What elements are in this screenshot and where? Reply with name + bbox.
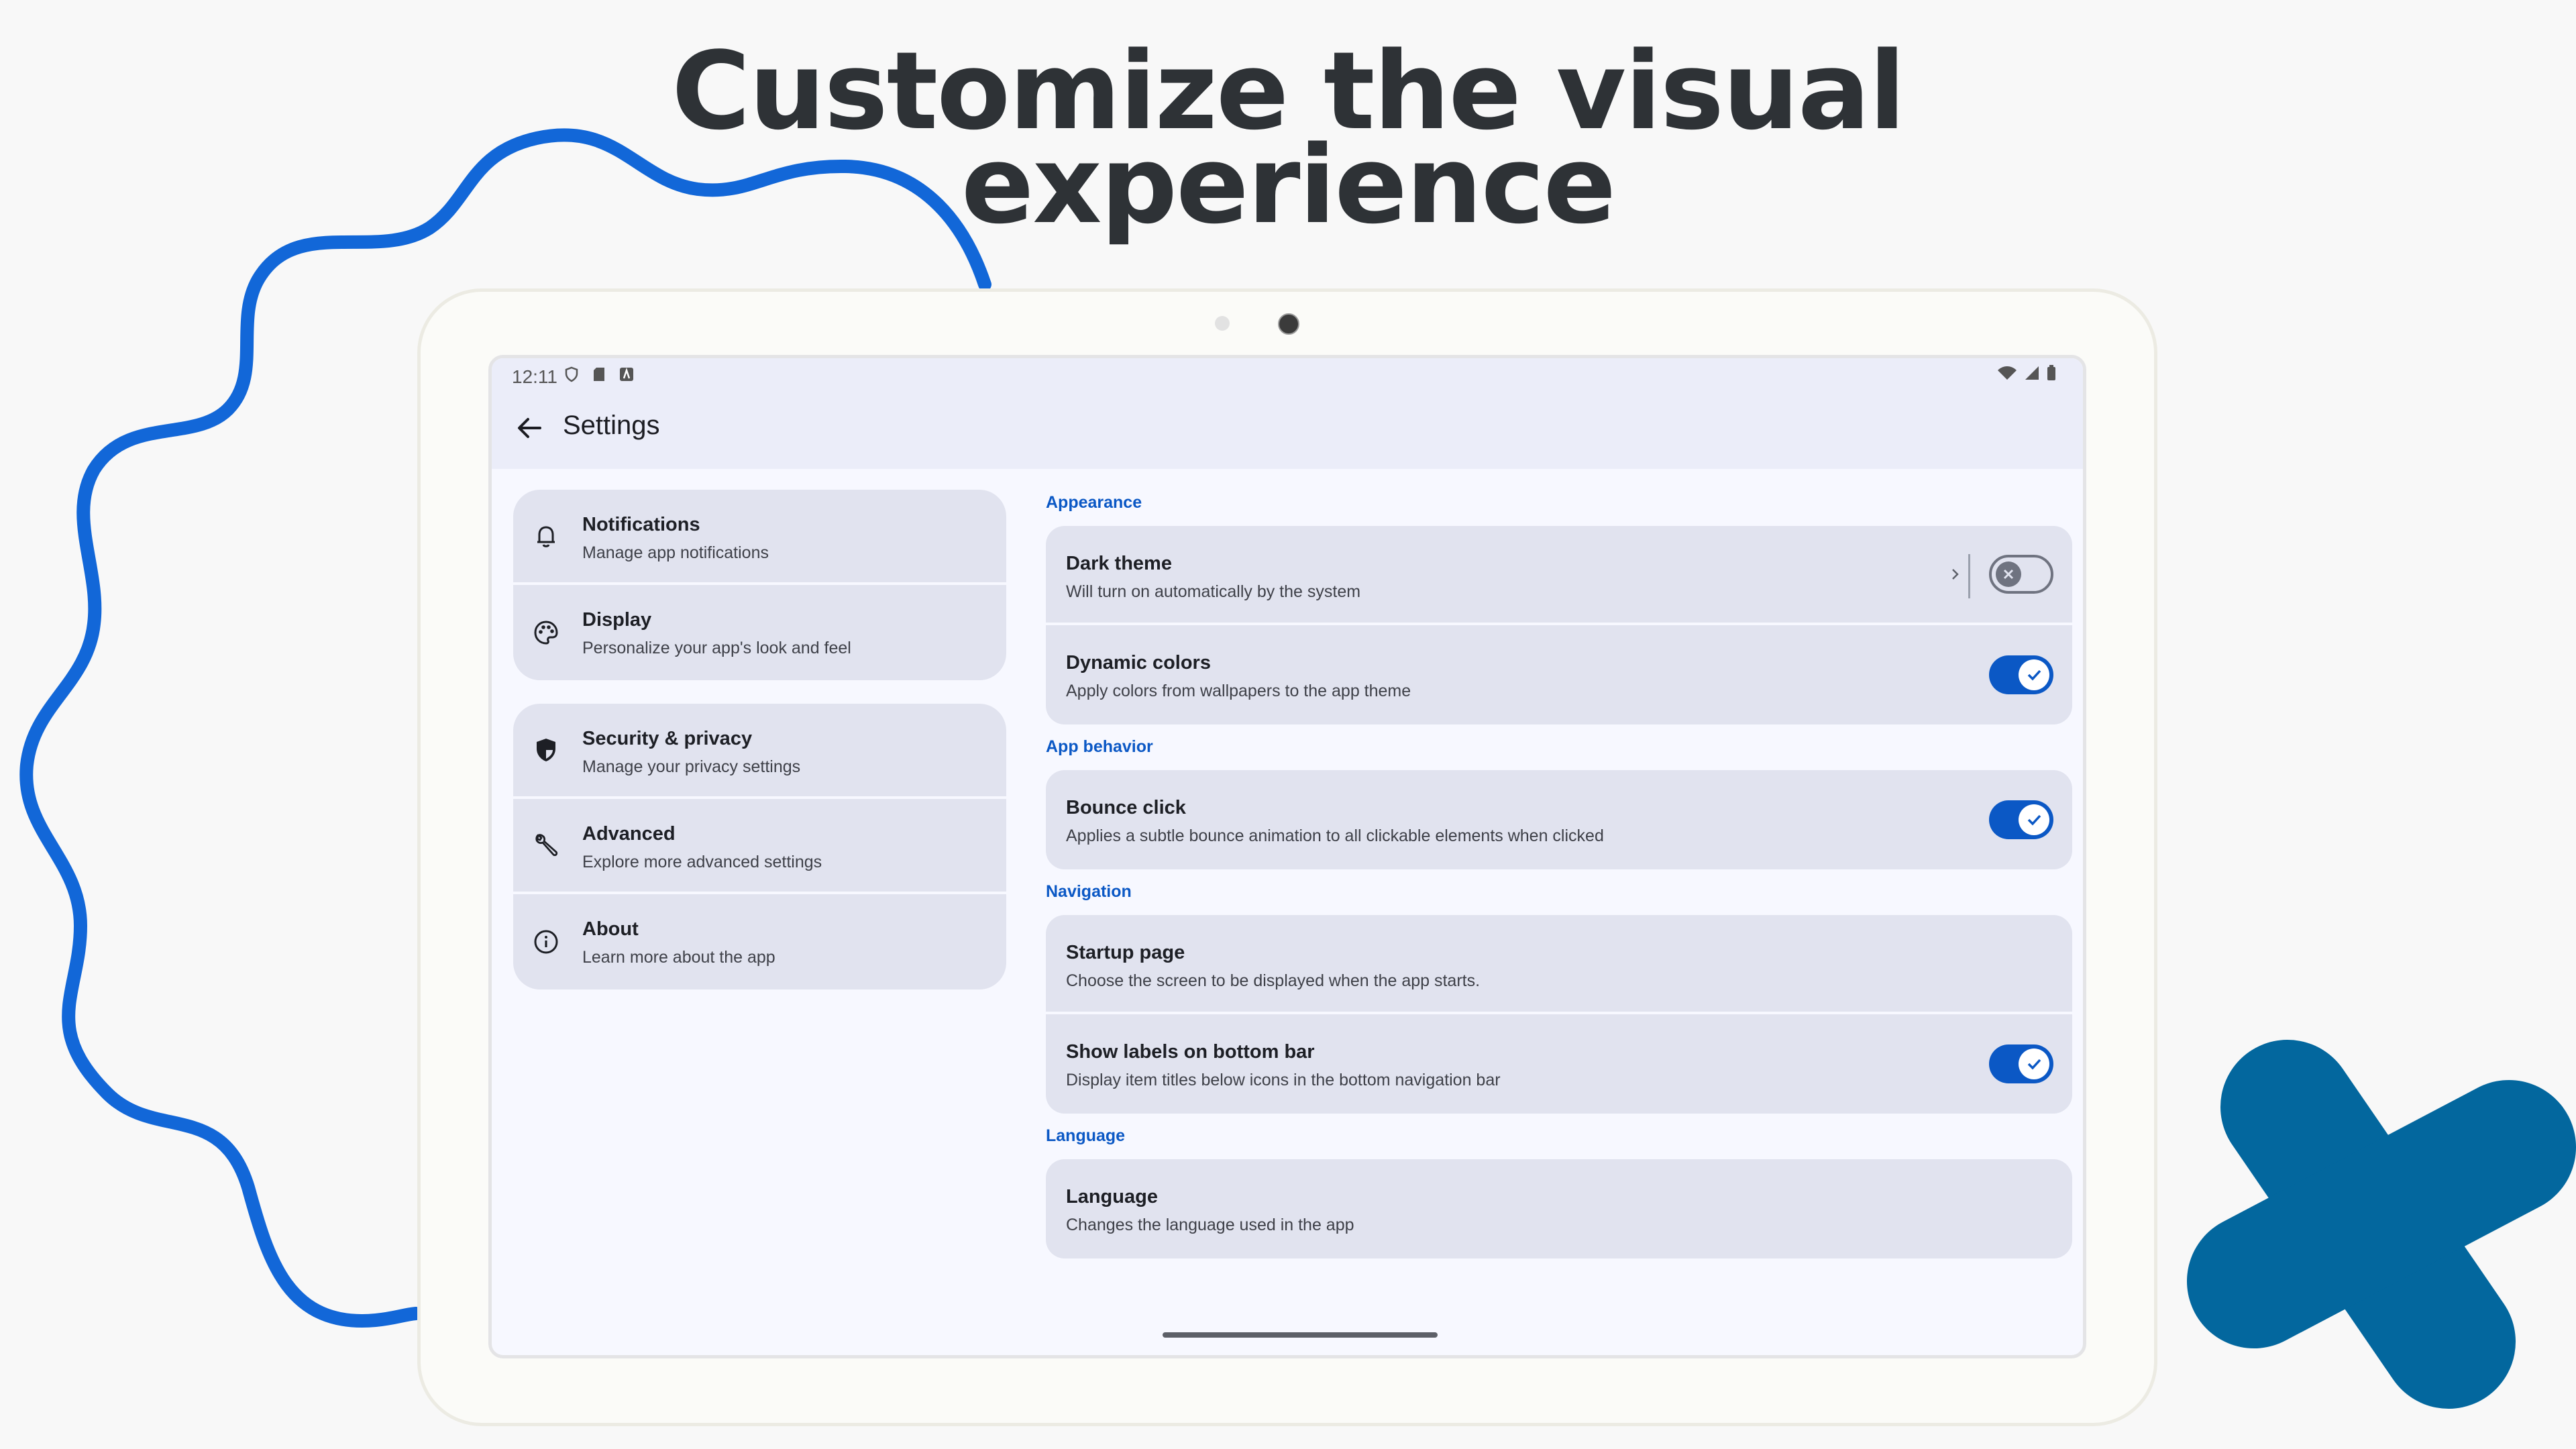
tablet-device-frame: 12:11 Settings Notifications Manage app … — [417, 288, 2157, 1426]
decorative-cross — [2187, 1040, 2576, 1409]
setting-dynamic-colors[interactable]: Dynamic colors Apply colors from wallpap… — [1046, 625, 2072, 724]
category-subtitle: Personalize your app's look and feel — [582, 639, 851, 657]
category-title: Notifications — [582, 514, 700, 535]
app-behavior-group: Bounce click Applies a subtle bounce ani… — [1046, 770, 2072, 869]
proximity-sensor — [1215, 316, 1230, 331]
setting-title: Startup page — [1066, 942, 1185, 963]
gesture-navigation-bar[interactable] — [1163, 1332, 1438, 1338]
headline: Customize the visual experience — [0, 38, 2576, 248]
setting-title: Language — [1066, 1186, 1158, 1208]
headline-line-2: experience — [961, 122, 1616, 248]
info-icon — [534, 930, 558, 954]
setting-show-labels[interactable]: Show labels on bottom bar Display item t… — [1046, 1014, 2072, 1114]
sd-card-icon — [594, 368, 604, 381]
setting-subtitle: Changes the language used in the app — [1066, 1216, 1354, 1234]
settings-detail-panel: Appearance Dark theme Will turn on autom… — [1046, 486, 2072, 1269]
category-about[interactable]: About Learn more about the app — [513, 894, 1006, 989]
category-subtitle: Manage your privacy settings — [582, 757, 801, 776]
bounce-click-toggle[interactable] — [1989, 800, 2053, 839]
language-group: Language Changes the language used in th… — [1046, 1159, 2072, 1258]
setting-subtitle: Display item titles below icons in the b… — [1066, 1071, 1501, 1089]
category-title: Security & privacy — [582, 728, 753, 749]
setting-title: Dark theme — [1066, 553, 1172, 574]
setting-bounce-click[interactable]: Bounce click Applies a subtle bounce ani… — [1046, 770, 2072, 869]
settings-category-list: Notifications Manage app notifications D… — [513, 490, 1006, 1013]
category-subtitle: Manage app notifications — [582, 543, 769, 562]
category-title: Advanced — [582, 823, 676, 845]
bell-icon — [537, 526, 555, 547]
setting-startup-page[interactable]: Startup page Choose the screen to be dis… — [1046, 915, 2072, 1014]
vertical-divider — [1968, 554, 1970, 598]
setting-title: Bounce click — [1066, 797, 1186, 818]
setting-language[interactable]: Language Changes the language used in th… — [1046, 1159, 2072, 1258]
navigation-group: Startup page Choose the screen to be dis… — [1046, 915, 2072, 1114]
wrench-icon — [535, 834, 558, 857]
shield-icon — [537, 739, 555, 761]
category-group-1: Notifications Manage app notifications D… — [513, 490, 1006, 680]
autofill-icon — [620, 368, 633, 381]
setting-dark-theme[interactable]: Dark theme Will turn on automatically by… — [1046, 526, 2072, 625]
category-subtitle: Explore more advanced settings — [582, 853, 822, 871]
front-camera — [1278, 313, 1299, 335]
dark-theme-toggle[interactable] — [1989, 555, 2053, 594]
category-security-privacy[interactable]: Security & privacy Manage your privacy s… — [513, 704, 1006, 799]
toggle-knob — [1996, 561, 2021, 587]
status-icons-right — [1997, 365, 2056, 381]
section-header-language: Language — [1046, 1126, 1126, 1145]
toggle-knob — [2019, 659, 2049, 690]
category-group-2: Security & privacy Manage your privacy s… — [513, 704, 1006, 989]
section-header-app-behavior: App behavior — [1046, 737, 1153, 756]
status-icons-left — [564, 366, 634, 382]
section-header-navigation: Navigation — [1046, 882, 1132, 901]
section-header-appearance: Appearance — [1046, 493, 1142, 512]
show-labels-toggle[interactable] — [1989, 1044, 2053, 1083]
status-time: 12:11 — [512, 366, 557, 387]
appearance-group: Dark theme Will turn on automatically by… — [1046, 526, 2072, 724]
setting-subtitle: Applies a subtle bounce animation to all… — [1066, 826, 1604, 845]
check-icon — [2027, 1059, 2041, 1070]
check-icon — [2027, 814, 2041, 826]
battery-icon — [2047, 365, 2055, 380]
tablet-screen: 12:11 Settings Notifications Manage app … — [488, 355, 2086, 1358]
signal-icon — [2025, 366, 2039, 380]
category-title: Display — [582, 609, 652, 631]
wifi-icon — [1998, 366, 2017, 380]
shield-icon — [565, 366, 578, 382]
category-notifications[interactable]: Notifications Manage app notifications — [513, 490, 1006, 585]
setting-subtitle: Will turn on automatically by the system — [1066, 582, 1361, 601]
palette-icon — [534, 621, 558, 645]
close-icon — [2003, 569, 2014, 580]
toggle-knob — [2019, 1049, 2049, 1079]
category-advanced[interactable]: Advanced Explore more advanced settings — [513, 799, 1006, 894]
category-subtitle: Learn more about the app — [582, 948, 775, 967]
arrow-back-icon[interactable] — [513, 412, 545, 444]
page-title: Settings — [563, 411, 660, 440]
check-icon — [2027, 669, 2041, 681]
category-title: About — [582, 918, 639, 940]
toggle-knob — [2019, 804, 2049, 835]
dynamic-colors-toggle[interactable] — [1989, 655, 2053, 694]
chevron-right-icon[interactable] — [1949, 564, 1962, 584]
top-app-bar: 12:11 Settings — [492, 358, 2083, 469]
category-display[interactable]: Display Personalize your app's look and … — [513, 585, 1006, 680]
setting-subtitle: Choose the screen to be displayed when t… — [1066, 971, 1481, 990]
setting-subtitle: Apply colors from wallpapers to the app … — [1066, 682, 1411, 700]
setting-title: Show labels on bottom bar — [1066, 1041, 1315, 1063]
setting-title: Dynamic colors — [1066, 652, 1211, 674]
